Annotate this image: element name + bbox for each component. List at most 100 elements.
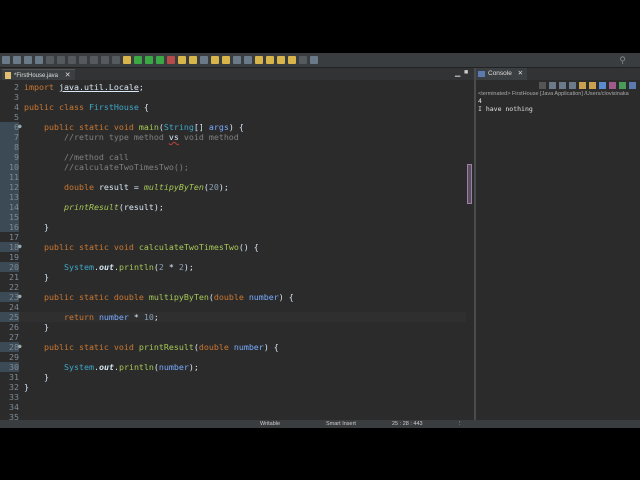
maximize-icon[interactable]: ■ [464, 69, 468, 76]
terminate-icon[interactable] [539, 82, 546, 89]
code-token: multipyByTen [148, 292, 209, 302]
code-line[interactable]: 18 ● public static void calculateTwoTimes… [0, 242, 466, 252]
tab-console[interactable]: Console ✕ [476, 68, 528, 80]
code-line[interactable]: 32} [0, 382, 466, 392]
code-line[interactable]: 30 System.out.println(number); [0, 362, 466, 372]
back-icon[interactable] [266, 56, 274, 64]
minimize-icon[interactable]: ▁ [455, 69, 460, 77]
code-line[interactable]: 12 double result = multipyByTen(20); [0, 182, 466, 192]
code-line[interactable]: 23 ● public static double multipyByTen(do… [0, 292, 466, 302]
fold-toggle-icon[interactable]: ● [18, 242, 22, 252]
status-bar: Writable Smart Insert 25 : 28 : 443 ⋮ [0, 420, 640, 428]
block-selection-icon[interactable] [233, 56, 241, 64]
close-icon[interactable]: ✕ [518, 70, 523, 77]
code-line[interactable]: 22 [0, 282, 466, 292]
code-line[interactable]: 8 [0, 142, 466, 152]
code-line[interactable]: 13 [0, 192, 466, 202]
code-line[interactable]: 27 [0, 332, 466, 342]
code-line[interactable]: 9 //method call [0, 152, 466, 162]
pin-console-icon[interactable] [609, 82, 616, 89]
forward-disabled-icon[interactable] [299, 56, 307, 64]
debug-icon[interactable] [134, 56, 142, 64]
code-editor[interactable]: 2 import java.util.Locale; 3 4 public class… [0, 80, 466, 420]
build-icon[interactable] [123, 56, 131, 64]
code-line[interactable]: 26 } [0, 322, 466, 332]
search-icon[interactable]: ⚲ [619, 55, 626, 66]
code-line[interactable]: 35 [0, 412, 466, 420]
code-line[interactable]: 11 [0, 172, 466, 182]
code-line[interactable]: 17 [0, 232, 466, 242]
code-line[interactable]: 7 //return type method vs void method [0, 132, 466, 142]
code-line[interactable]: 33 [0, 392, 466, 402]
code-line[interactable]: 4 public class FirstHouse { [0, 102, 466, 112]
terminal-icon[interactable] [35, 56, 43, 64]
code-line[interactable]: 5 [0, 112, 466, 122]
step-into-icon[interactable] [90, 56, 98, 64]
tab-firsthouse-java[interactable]: *FirstHouse.java ✕ [2, 69, 75, 80]
remove-launch-icon[interactable] [549, 82, 556, 89]
word-wrap-icon[interactable] [589, 82, 596, 89]
remove-all-icon[interactable] [559, 82, 566, 89]
code-line[interactable]: 14 printResult(result); [0, 202, 466, 212]
save-all-icon[interactable] [24, 56, 32, 64]
step-return-icon[interactable] [112, 56, 120, 64]
close-icon[interactable]: ✕ [65, 72, 71, 79]
new-java-project-icon[interactable] [178, 56, 186, 64]
code-line[interactable]: 21 } [0, 272, 466, 282]
save-icon[interactable] [13, 56, 21, 64]
code-line[interactable]: 3 [0, 92, 466, 102]
code-line[interactable]: 19 [0, 252, 466, 262]
status-menu-icon[interactable]: ⋮ [457, 420, 463, 428]
code-line[interactable]: 25 return number * 10; [0, 312, 466, 322]
editor-tab-bar: *FirstHouse.java ✕ ▁ ■ [0, 68, 474, 80]
code-line[interactable]: 10 //calculateTwoTimesTwo(); [0, 162, 466, 172]
fold-toggle-icon[interactable]: ● [18, 122, 22, 132]
code-line[interactable]: 29 [0, 352, 466, 362]
perspective-icon[interactable] [310, 56, 318, 64]
scrollbar-thumb[interactable] [467, 164, 472, 204]
annotation-icon[interactable] [222, 56, 230, 64]
next-annotation-icon[interactable] [255, 56, 263, 64]
forward-icon[interactable] [277, 56, 285, 64]
run-icon[interactable] [145, 56, 153, 64]
suspend-icon[interactable] [68, 56, 76, 64]
fold-toggle-icon[interactable]: ● [18, 342, 22, 352]
terminate-icon[interactable] [79, 56, 87, 64]
open-console-icon[interactable] [629, 82, 636, 89]
line-number: 6 [0, 122, 19, 132]
resume-icon[interactable] [57, 56, 65, 64]
fold-toggle-icon[interactable]: ● [18, 292, 22, 302]
coverage-icon[interactable] [156, 56, 164, 64]
mark-occurrences-icon[interactable] [211, 56, 219, 64]
skip-breakpoints-icon[interactable] [46, 56, 54, 64]
code-line[interactable]: 6 ● public static void main(String[] args… [0, 122, 466, 132]
line-number: 14 [0, 202, 19, 212]
code-token: multipyByTen [143, 182, 204, 192]
code-token: number [158, 362, 189, 372]
open-type-icon[interactable] [200, 56, 208, 64]
display-console-icon[interactable] [619, 82, 626, 89]
insert-mode-status[interactable]: Smart Insert [326, 420, 356, 428]
code-line[interactable]: 2 import java.util.Locale; [0, 82, 466, 92]
code-line[interactable]: 24 [0, 302, 466, 312]
code-line[interactable]: 34 [0, 402, 466, 412]
last-edit-icon[interactable] [288, 56, 296, 64]
show-on-output-icon[interactable] [599, 82, 606, 89]
new-icon[interactable] [2, 56, 10, 64]
code-line[interactable]: 20 System.out.println(2 * 2); [0, 262, 466, 272]
code-line[interactable]: 16 } [0, 222, 466, 232]
new-class-icon[interactable] [189, 56, 197, 64]
clear-console-icon[interactable] [569, 82, 576, 89]
show-whitespace-icon[interactable] [244, 56, 252, 64]
line-number: 30 [0, 362, 19, 372]
code-token: (result); [118, 202, 164, 212]
editor-scrollbar[interactable] [466, 80, 474, 420]
external-tools-icon[interactable] [167, 56, 175, 64]
code-line[interactable]: 31 } [0, 372, 466, 382]
code-line[interactable]: 15 [0, 212, 466, 222]
step-over-icon[interactable] [101, 56, 109, 64]
scroll-lock-icon[interactable] [579, 82, 586, 89]
code-line[interactable]: 28 ● public static void printResult(doubl… [0, 342, 466, 352]
